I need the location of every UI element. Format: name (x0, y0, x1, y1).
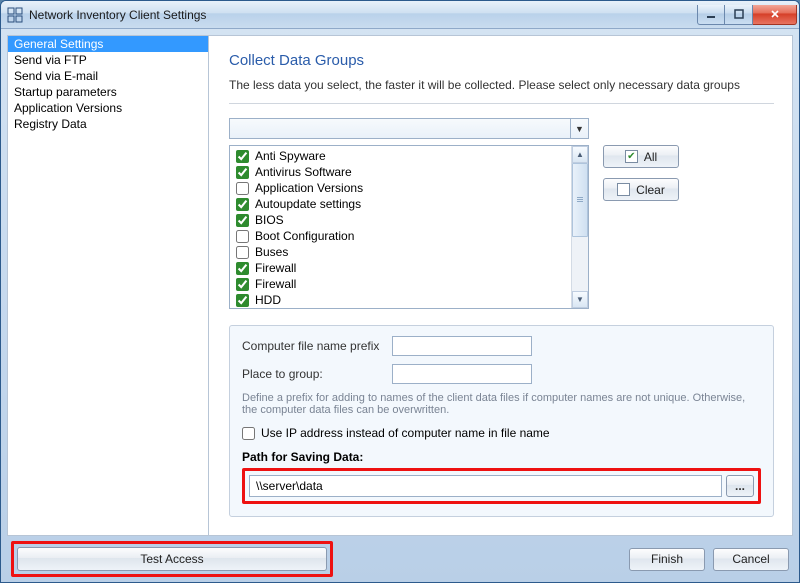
list-item[interactable]: Firewall (232, 260, 569, 276)
sidebar-item-registry-data[interactable]: Registry Data (8, 116, 208, 132)
client-area: General SettingsSend via FTPSend via E-m… (7, 35, 793, 536)
list-item[interactable]: Buses (232, 244, 569, 260)
scroll-track[interactable] (572, 163, 588, 291)
group-label: Boot Configuration (255, 229, 354, 243)
section-intro: The less data you select, the faster it … (229, 77, 774, 93)
group-checkbox[interactable] (236, 230, 249, 243)
sidebar-item-startup-parameters[interactable]: Startup parameters (8, 84, 208, 100)
close-button[interactable] (753, 5, 797, 25)
group-input[interactable] (392, 364, 532, 384)
path-input[interactable] (249, 475, 722, 497)
group-label: Application Versions (255, 181, 363, 195)
list-item[interactable]: Autoupdate settings (232, 196, 569, 212)
window-title: Network Inventory Client Settings (29, 8, 697, 22)
clear-label: Clear (636, 183, 665, 197)
titlebar[interactable]: Network Inventory Client Settings (1, 1, 799, 29)
minimize-button[interactable] (697, 5, 725, 25)
group-label: Antivirus Software (255, 165, 352, 179)
group-checkbox[interactable] (236, 198, 249, 211)
group-label: Autoupdate settings (255, 197, 361, 211)
separator (229, 103, 774, 104)
sidebar-item-application-versions[interactable]: Application Versions (8, 100, 208, 116)
group-label: Anti Spyware (255, 149, 326, 163)
sidebar: General SettingsSend via FTPSend via E-m… (8, 36, 209, 535)
group-checkbox[interactable] (236, 262, 249, 275)
group-label: Buses (255, 245, 288, 259)
scroll-up-button[interactable]: ▲ (572, 146, 588, 163)
group-checkbox[interactable] (236, 246, 249, 259)
settings-window: Network Inventory Client Settings Genera… (0, 0, 800, 583)
scroll-down-button[interactable]: ▼ (572, 291, 588, 308)
select-all-label: All (644, 150, 657, 164)
group-checkbox[interactable] (236, 278, 249, 291)
list-item[interactable]: Antivirus Software (232, 164, 569, 180)
path-row-highlight: ... (242, 468, 761, 504)
path-label: Path for Saving Data: (242, 450, 761, 464)
group-checkbox[interactable] (236, 294, 249, 307)
use-ip-checkbox[interactable] (242, 427, 255, 440)
select-all-button[interactable]: ✔ All (603, 145, 679, 168)
list-item[interactable]: BIOS (232, 212, 569, 228)
chevron-down-icon: ▼ (570, 119, 588, 138)
scroll-thumb[interactable] (572, 163, 588, 237)
test-access-button[interactable]: Test Access (17, 547, 327, 571)
prefix-hint: Define a prefix for adding to names of t… (242, 392, 761, 416)
use-ip-label[interactable]: Use IP address instead of computer name … (261, 426, 550, 440)
scrollbar[interactable]: ▲ ▼ (571, 146, 588, 308)
prefix-label: Computer file name prefix (242, 339, 382, 353)
list-item[interactable]: Firewall (232, 276, 569, 292)
cancel-button[interactable]: Cancel (713, 548, 789, 571)
group-label: BIOS (255, 213, 284, 227)
group-checkbox[interactable] (236, 182, 249, 195)
maximize-button[interactable] (725, 5, 753, 25)
clear-button[interactable]: Clear (603, 178, 679, 201)
test-access-highlight: Test Access (11, 541, 333, 577)
group-checkbox[interactable] (236, 166, 249, 179)
group-label: Firewall (255, 261, 296, 275)
window-controls (697, 5, 797, 25)
finish-button[interactable]: Finish (629, 548, 705, 571)
list-item[interactable]: Application Versions (232, 180, 569, 196)
prefix-input[interactable] (392, 336, 532, 356)
check-icon: ✔ (625, 150, 638, 163)
data-groups-list[interactable]: Anti Spyware Antivirus Software Applicatio… (229, 145, 589, 309)
list-item[interactable]: Boot Configuration (232, 228, 569, 244)
sidebar-item-send-via-e-mail[interactable]: Send via E-mail (8, 68, 208, 84)
sidebar-item-send-via-ftp[interactable]: Send via FTP (8, 52, 208, 68)
browse-button[interactable]: ... (726, 475, 754, 497)
group-filter-combo[interactable]: ▼ (229, 118, 589, 139)
group-checkbox[interactable] (236, 150, 249, 163)
empty-check-icon (617, 183, 630, 196)
footer: Test Access Finish Cancel (1, 542, 799, 582)
section-heading: Collect Data Groups (229, 52, 774, 69)
test-access-label: Test Access (140, 552, 203, 566)
finish-label: Finish (651, 552, 683, 566)
group-label: Firewall (255, 277, 296, 291)
app-icon (7, 7, 23, 23)
file-settings-panel: Computer file name prefix Place to group… (229, 325, 774, 517)
group-checkbox[interactable] (236, 214, 249, 227)
sidebar-item-general-settings[interactable]: General Settings (8, 36, 208, 52)
list-item[interactable]: Anti Spyware (232, 148, 569, 164)
main-panel: Collect Data Groups The less data you se… (209, 36, 792, 535)
group-label: HDD (255, 293, 281, 307)
cancel-label: Cancel (732, 552, 769, 566)
group-label: Place to group: (242, 367, 382, 381)
ellipsis-icon: ... (735, 479, 745, 493)
list-item[interactable]: HDD (232, 292, 569, 308)
